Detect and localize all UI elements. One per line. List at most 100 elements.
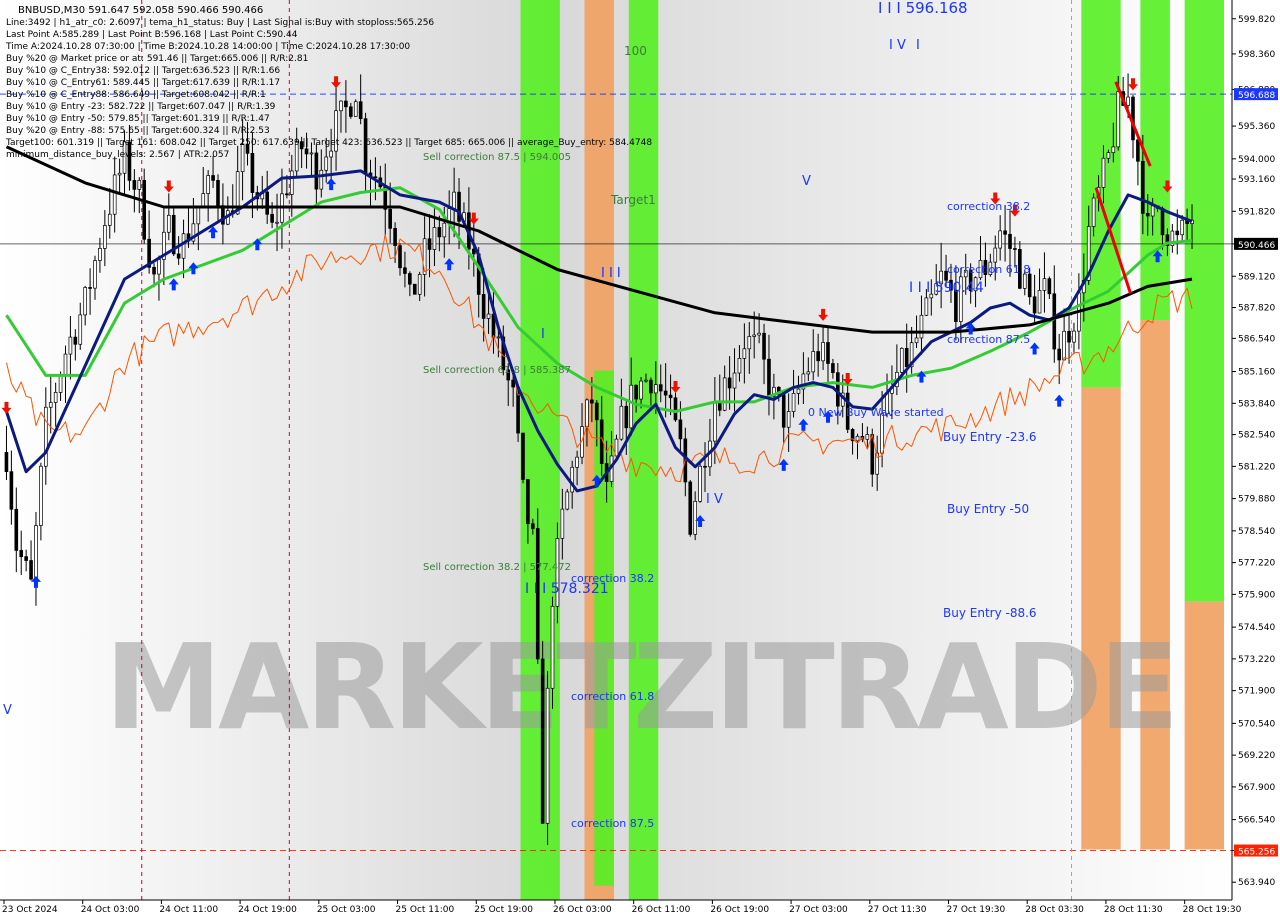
chart-window[interactable]: MARKETZITRADE 100 Target1 Sell correction … [0,0,1280,920]
candle-body [78,314,83,345]
candle-body [767,358,771,397]
candle-body [181,233,186,259]
symbol-line: BNBUSD,M30 591.647 592.058 590.466 590.4… [18,5,263,16]
candle-body [1003,230,1007,235]
chart-annotation: I I I 590.44 [909,280,984,296]
candle-body [865,434,870,440]
candle-body [594,402,599,421]
candle-body [53,392,58,403]
x-tick-label: 27 Oct 03:00 [789,905,848,915]
candle-body [550,605,555,689]
info-line: Time A:2024.10.28 07:30:00 | Time B:2024… [5,42,410,52]
candle-body [560,508,565,539]
candle-body [904,347,909,368]
candle-body [1027,273,1032,298]
candle-body [639,380,643,400]
chart-annotation: 0 New Buy Wave started [808,406,944,419]
candle-body [339,100,343,112]
candle-body [19,550,24,557]
signal-zone-3 [628,0,659,900]
x-tick-label: 26 Oct 11:00 [632,905,691,915]
chart-annotation: correction 87.5 [947,333,1030,346]
candle-body [353,101,358,117]
candle-body [14,508,19,551]
x-tick-label: 26 Oct 19:00 [710,905,769,915]
candle-body [531,523,535,529]
candle-body [344,100,348,108]
candle-body [742,348,747,359]
candle-body [713,402,717,442]
chart-annotation: I V [706,492,723,507]
candle-body [757,332,761,336]
y-tick-label: 575.900 [1238,590,1275,600]
price-tag-label: 590.466 [1238,241,1275,251]
x-tick-label: 24 Oct 03:00 [81,905,140,915]
chart-annotation: I [916,38,920,53]
candle-body [811,351,816,373]
candle-body [806,371,811,375]
price-tag-label: 565.256 [1238,848,1275,858]
candle-body [481,294,486,319]
time-axis: 23 Oct 2024 24 Oct 03:00 24 Oct 11:00 24 Oc… [2,900,1242,915]
candle-body [107,213,112,226]
candle-body [98,248,102,261]
candle-body [1072,330,1076,343]
candle-body [545,687,550,824]
candle-body [1116,91,1121,148]
price-chart[interactable]: MARKETZITRADE 100 Target1 Sell correction … [0,0,1280,920]
x-tick-label: 25 Oct 11:00 [396,905,455,915]
y-tick-label: 577.220 [1238,559,1275,569]
candle-body [117,172,122,176]
candle-body [250,153,255,193]
candle-body [1022,273,1027,289]
x-tick-label: 25 Oct 19:00 [474,905,533,915]
candle-body [319,169,324,190]
candle-body [521,432,525,480]
candle-body [668,394,673,399]
candle-body [654,384,658,394]
candle-body [717,402,722,411]
candle-body [452,191,456,209]
candle-body [816,351,820,362]
chart-annotation: Buy Entry -50 [947,502,1029,516]
candle-body [265,191,269,215]
candle-body [29,560,33,580]
candle-body [314,152,319,190]
chart-annotation: Sell correction 38.2 | 577.472 [423,562,571,573]
candle-body [285,193,289,196]
candle-body [432,227,437,250]
candle-body [880,413,884,454]
chart-annotation: I V [889,38,906,53]
candle-body [634,384,638,400]
candle-body [649,379,653,394]
candle-body [9,471,14,510]
candle-body [590,399,594,404]
y-tick-label: 571.900 [1238,687,1275,697]
candle-body [1008,233,1012,249]
candle-body [329,150,333,158]
y-tick-label: 587.820 [1238,304,1275,314]
candle-body [919,314,924,339]
candle-body [427,238,432,250]
info-line: Buy %10 @ C_Entry88: 586.649 || Target:6… [6,90,266,100]
x-tick-label: 23 Oct 2024 [2,905,58,915]
candle-body [821,342,825,362]
candle-body [526,479,530,525]
candle-body [575,456,579,468]
candle-body [619,405,624,440]
watermark-layer: MARKETZITRADE [105,618,1180,756]
candle-body [442,222,447,238]
candle-body [201,193,206,208]
watermark: MARKETZITRADE [105,618,1176,756]
candle-body [663,390,668,396]
candle-body [496,336,501,339]
candle-body [781,394,786,428]
y-tick-label: 578.540 [1238,527,1275,537]
y-tick-label: 589.120 [1238,272,1275,282]
candle-body [152,266,156,275]
candle-body [48,402,53,408]
candle-body [1111,146,1116,153]
candle-body [58,375,63,393]
y-tick-label: 599.820 [1238,15,1275,25]
candle-body [914,337,919,344]
